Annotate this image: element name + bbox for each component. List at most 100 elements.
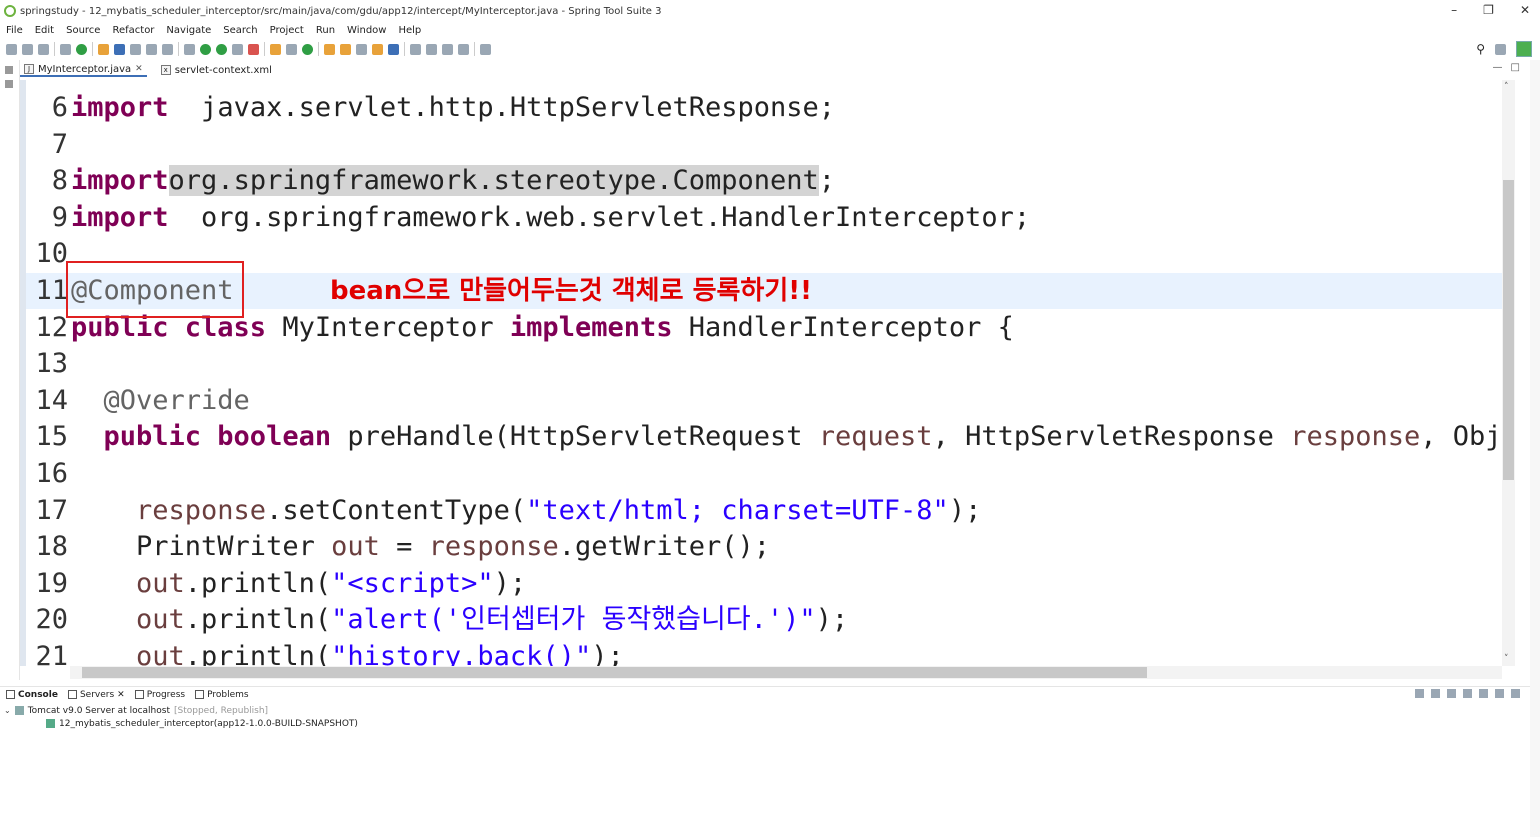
problems-icon	[195, 690, 205, 699]
maximize-editor-icon[interactable]: □	[1511, 62, 1520, 73]
spring-boot-dashboard-icon[interactable]	[76, 43, 87, 55]
code-line[interactable]: 18 PrintWriter out = response.getWriter(…	[26, 529, 1502, 565]
tab-console[interactable]: Console	[6, 690, 58, 700]
horizontal-scroll-thumb[interactable]	[82, 667, 1147, 678]
new-package-icon[interactable]	[270, 43, 281, 55]
right-edge	[1530, 60, 1540, 837]
tab-myinterceptor-java[interactable]: J MyInterceptor.java ✕	[20, 64, 147, 77]
back-icon[interactable]	[442, 43, 453, 55]
tree-row-server[interactable]: ⌄ Tomcat v9.0 Server at localhost [Stopp…	[4, 704, 358, 717]
tab-servers[interactable]: Servers ✕	[67, 690, 125, 700]
new-class-icon[interactable]	[286, 43, 297, 55]
code-line[interactable]: 8 importorg.springframework.stereotype.Co…	[26, 163, 1502, 199]
spring-perspective-icon[interactable]	[1516, 41, 1532, 57]
menu-edit[interactable]: Edit	[35, 25, 54, 36]
menu-run[interactable]: Run	[316, 25, 335, 36]
menu-source[interactable]: Source	[66, 25, 100, 36]
code-line[interactable]: 13	[26, 346, 1502, 382]
code-line[interactable]: 15 public boolean preHandle(HttpServletR…	[26, 419, 1502, 455]
search-icon[interactable]: ⚲	[1476, 42, 1485, 56]
tab-problems[interactable]: Problems	[195, 690, 249, 700]
code-line[interactable]: 9 import org.springframework.web.servlet.…	[26, 200, 1502, 236]
debug-server-icon[interactable]	[1431, 689, 1440, 698]
code-line[interactable]: 17 response.setContentType("text/html; c…	[26, 493, 1502, 529]
tab-servlet-context-xml[interactable]: x servlet-context.xml	[157, 65, 276, 76]
menu-search[interactable]: Search	[223, 25, 257, 36]
scroll-down-icon[interactable]: ˅	[1504, 654, 1509, 664]
code-token: out	[331, 531, 380, 563]
start-server-icon[interactable]	[1415, 689, 1424, 698]
toggle-block-icon[interactable]	[146, 43, 157, 55]
code-editor[interactable]: 6 import javax.servlet.http.HttpServletRe…	[20, 80, 1502, 666]
server-status: [Stopped, Republish]	[173, 705, 269, 716]
next-annotation-icon[interactable]	[410, 43, 421, 55]
save-all-icon[interactable]	[38, 43, 49, 55]
open-project-icon[interactable]	[340, 43, 351, 55]
horizontal-scrollbar[interactable]	[70, 666, 1502, 679]
tab-progress[interactable]: Progress	[134, 689, 186, 700]
menu-refactor[interactable]: Refactor	[112, 25, 154, 36]
view-menu-icon[interactable]	[1511, 689, 1520, 698]
toggle-mark-icon[interactable]	[130, 43, 141, 55]
maximize-button[interactable]: ❐	[1483, 3, 1494, 17]
code-line[interactable]: 16	[26, 456, 1502, 492]
code-line[interactable]: 21 out.println("history.back()");	[26, 639, 1502, 666]
coverage-icon[interactable]	[216, 43, 227, 55]
new-spring-icon[interactable]	[302, 43, 313, 55]
run-icon[interactable]	[200, 43, 211, 55]
menu-navigate[interactable]: Navigate	[166, 25, 211, 36]
code-line[interactable]: 12 public class MyInterceptor implements …	[26, 310, 1502, 346]
open-type-icon[interactable]	[114, 43, 125, 55]
tree-row-module[interactable]: 12_mybatis_scheduler_interceptor(app12-1…	[4, 717, 358, 730]
code-token: response	[428, 531, 559, 563]
code-line[interactable]: 7	[26, 127, 1502, 163]
restore-icon[interactable]	[5, 66, 13, 74]
open-folder-icon[interactable]	[324, 43, 335, 55]
server-run-icon[interactable]	[248, 43, 259, 55]
external-tools-icon[interactable]	[232, 43, 243, 55]
close-icon[interactable]: ✕	[117, 690, 125, 700]
code-token: preHandle(HttpServletRequest	[331, 421, 819, 453]
new-icon[interactable]	[6, 43, 17, 55]
expand-icon[interactable]: ⌄	[4, 706, 11, 715]
close-icon[interactable]: ✕	[135, 64, 143, 74]
search-web-icon[interactable]	[388, 43, 399, 55]
code-line[interactable]: 6 import javax.servlet.http.HttpServletRe…	[26, 90, 1502, 126]
whitespace-icon[interactable]	[162, 43, 173, 55]
toolbar-separator	[264, 42, 265, 56]
minimize-editor-icon[interactable]: —	[1493, 62, 1503, 73]
stop-server-icon[interactable]	[1479, 689, 1488, 698]
menu-help[interactable]: Help	[398, 25, 421, 36]
toolbar-separator	[404, 42, 405, 56]
code-line[interactable]: 19 out.println("<script>");	[26, 566, 1502, 602]
vertical-scrollbar[interactable]: ˄ ˅	[1502, 80, 1515, 666]
publish-icon[interactable]	[1495, 689, 1504, 698]
code-line[interactable]: 20 out.println("alert('인터셉터가 동작했습니다.')")…	[26, 602, 1502, 638]
open-task-icon[interactable]	[372, 43, 383, 55]
scroll-up-icon[interactable]: ˄	[1504, 82, 1509, 92]
save-icon[interactable]	[22, 43, 33, 55]
menu-window[interactable]: Window	[347, 25, 386, 36]
skip-breakpoints-icon[interactable]	[98, 43, 109, 55]
terminal-icon[interactable]	[60, 43, 71, 55]
profile-server-icon[interactable]	[1463, 689, 1472, 698]
code-token: javax.servlet.http.HttpServletResponse;	[168, 92, 836, 123]
vertical-scroll-thumb[interactable]	[1503, 180, 1514, 480]
menu-file[interactable]: File	[6, 25, 23, 36]
edit-icon[interactable]	[356, 43, 367, 55]
code-token: .println(	[184, 641, 332, 666]
minimize-button[interactable]: –	[1451, 3, 1457, 17]
code-line[interactable]: 10	[26, 236, 1502, 272]
code-line[interactable]: 14 @Override	[26, 383, 1502, 419]
forward-icon[interactable]	[458, 43, 469, 55]
pin-editor-icon[interactable]	[480, 43, 491, 55]
code-token: out	[71, 567, 185, 599]
run-server-icon[interactable]	[1447, 689, 1456, 698]
previous-annotation-icon[interactable]	[426, 43, 437, 55]
tab-label: Progress	[146, 689, 186, 700]
outline-icon[interactable]	[5, 80, 13, 88]
menu-project[interactable]: Project	[270, 25, 304, 36]
open-perspective-icon[interactable]	[1495, 43, 1506, 55]
close-button[interactable]: ✕	[1520, 3, 1530, 17]
debug-icon[interactable]	[184, 43, 195, 55]
